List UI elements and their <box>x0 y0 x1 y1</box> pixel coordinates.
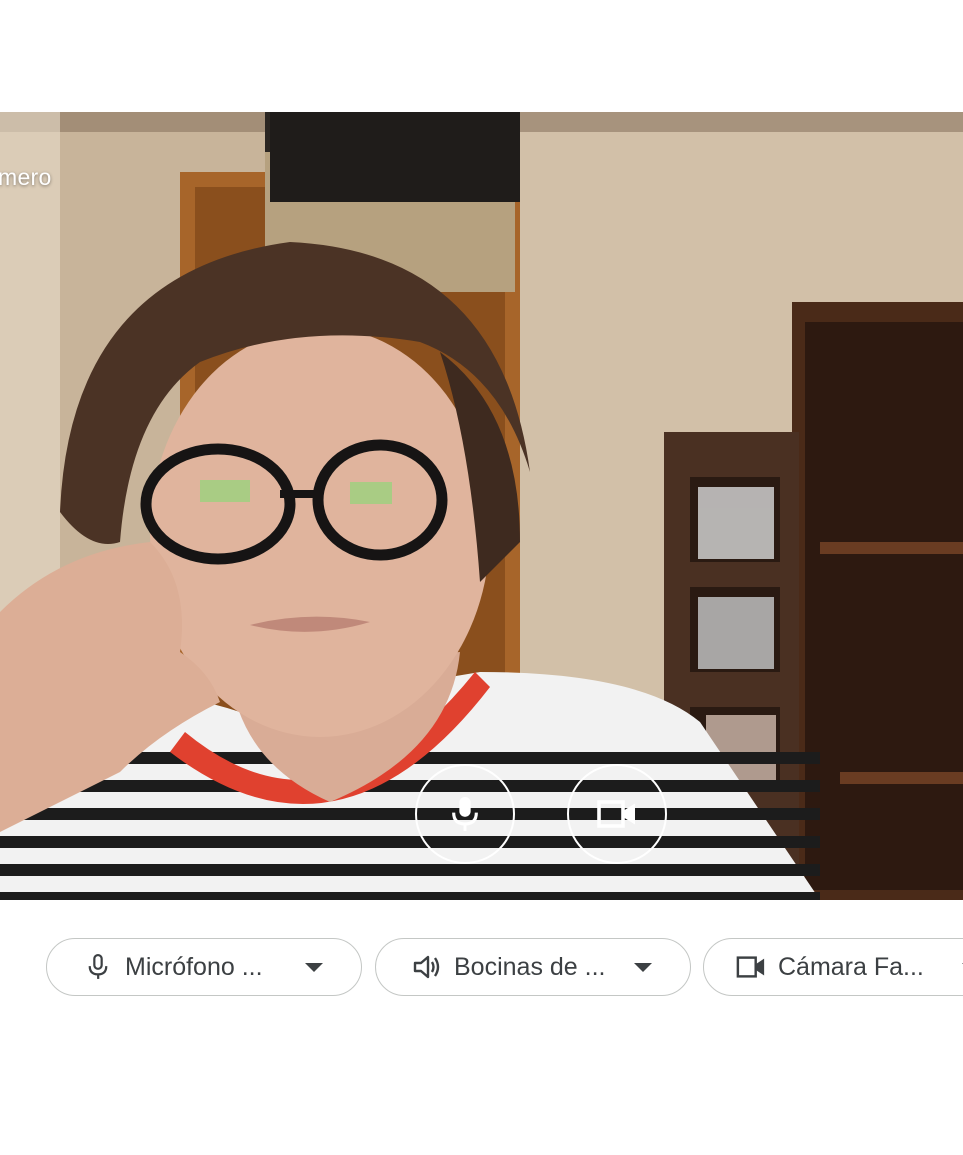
chevron-down-icon <box>305 963 323 972</box>
device-selectors: Micrófono ... Bocinas de ... Cámara Fa..… <box>0 938 963 1000</box>
video-camera-icon <box>736 952 766 982</box>
video-camera-icon <box>597 800 635 828</box>
microphone-icon <box>452 797 478 831</box>
toggle-microphone-button[interactable] <box>415 764 515 864</box>
speaker-select-label: Bocinas de ... <box>454 952 606 981</box>
participant-name: mero <box>0 164 52 190</box>
camera-preview: mero <box>0 112 963 900</box>
camera-select[interactable]: Cámara Fa... <box>703 938 963 996</box>
camera-select-label: Cámara Fa... <box>778 952 924 981</box>
chevron-down-icon <box>634 963 652 972</box>
microphone-select-label: Micrófono ... <box>125 952 263 981</box>
speaker-icon <box>412 952 442 982</box>
microphone-icon <box>83 952 113 982</box>
microphone-select[interactable]: Micrófono ... <box>46 938 362 996</box>
toggle-camera-button[interactable] <box>567 764 667 864</box>
speaker-select[interactable]: Bocinas de ... <box>375 938 691 996</box>
